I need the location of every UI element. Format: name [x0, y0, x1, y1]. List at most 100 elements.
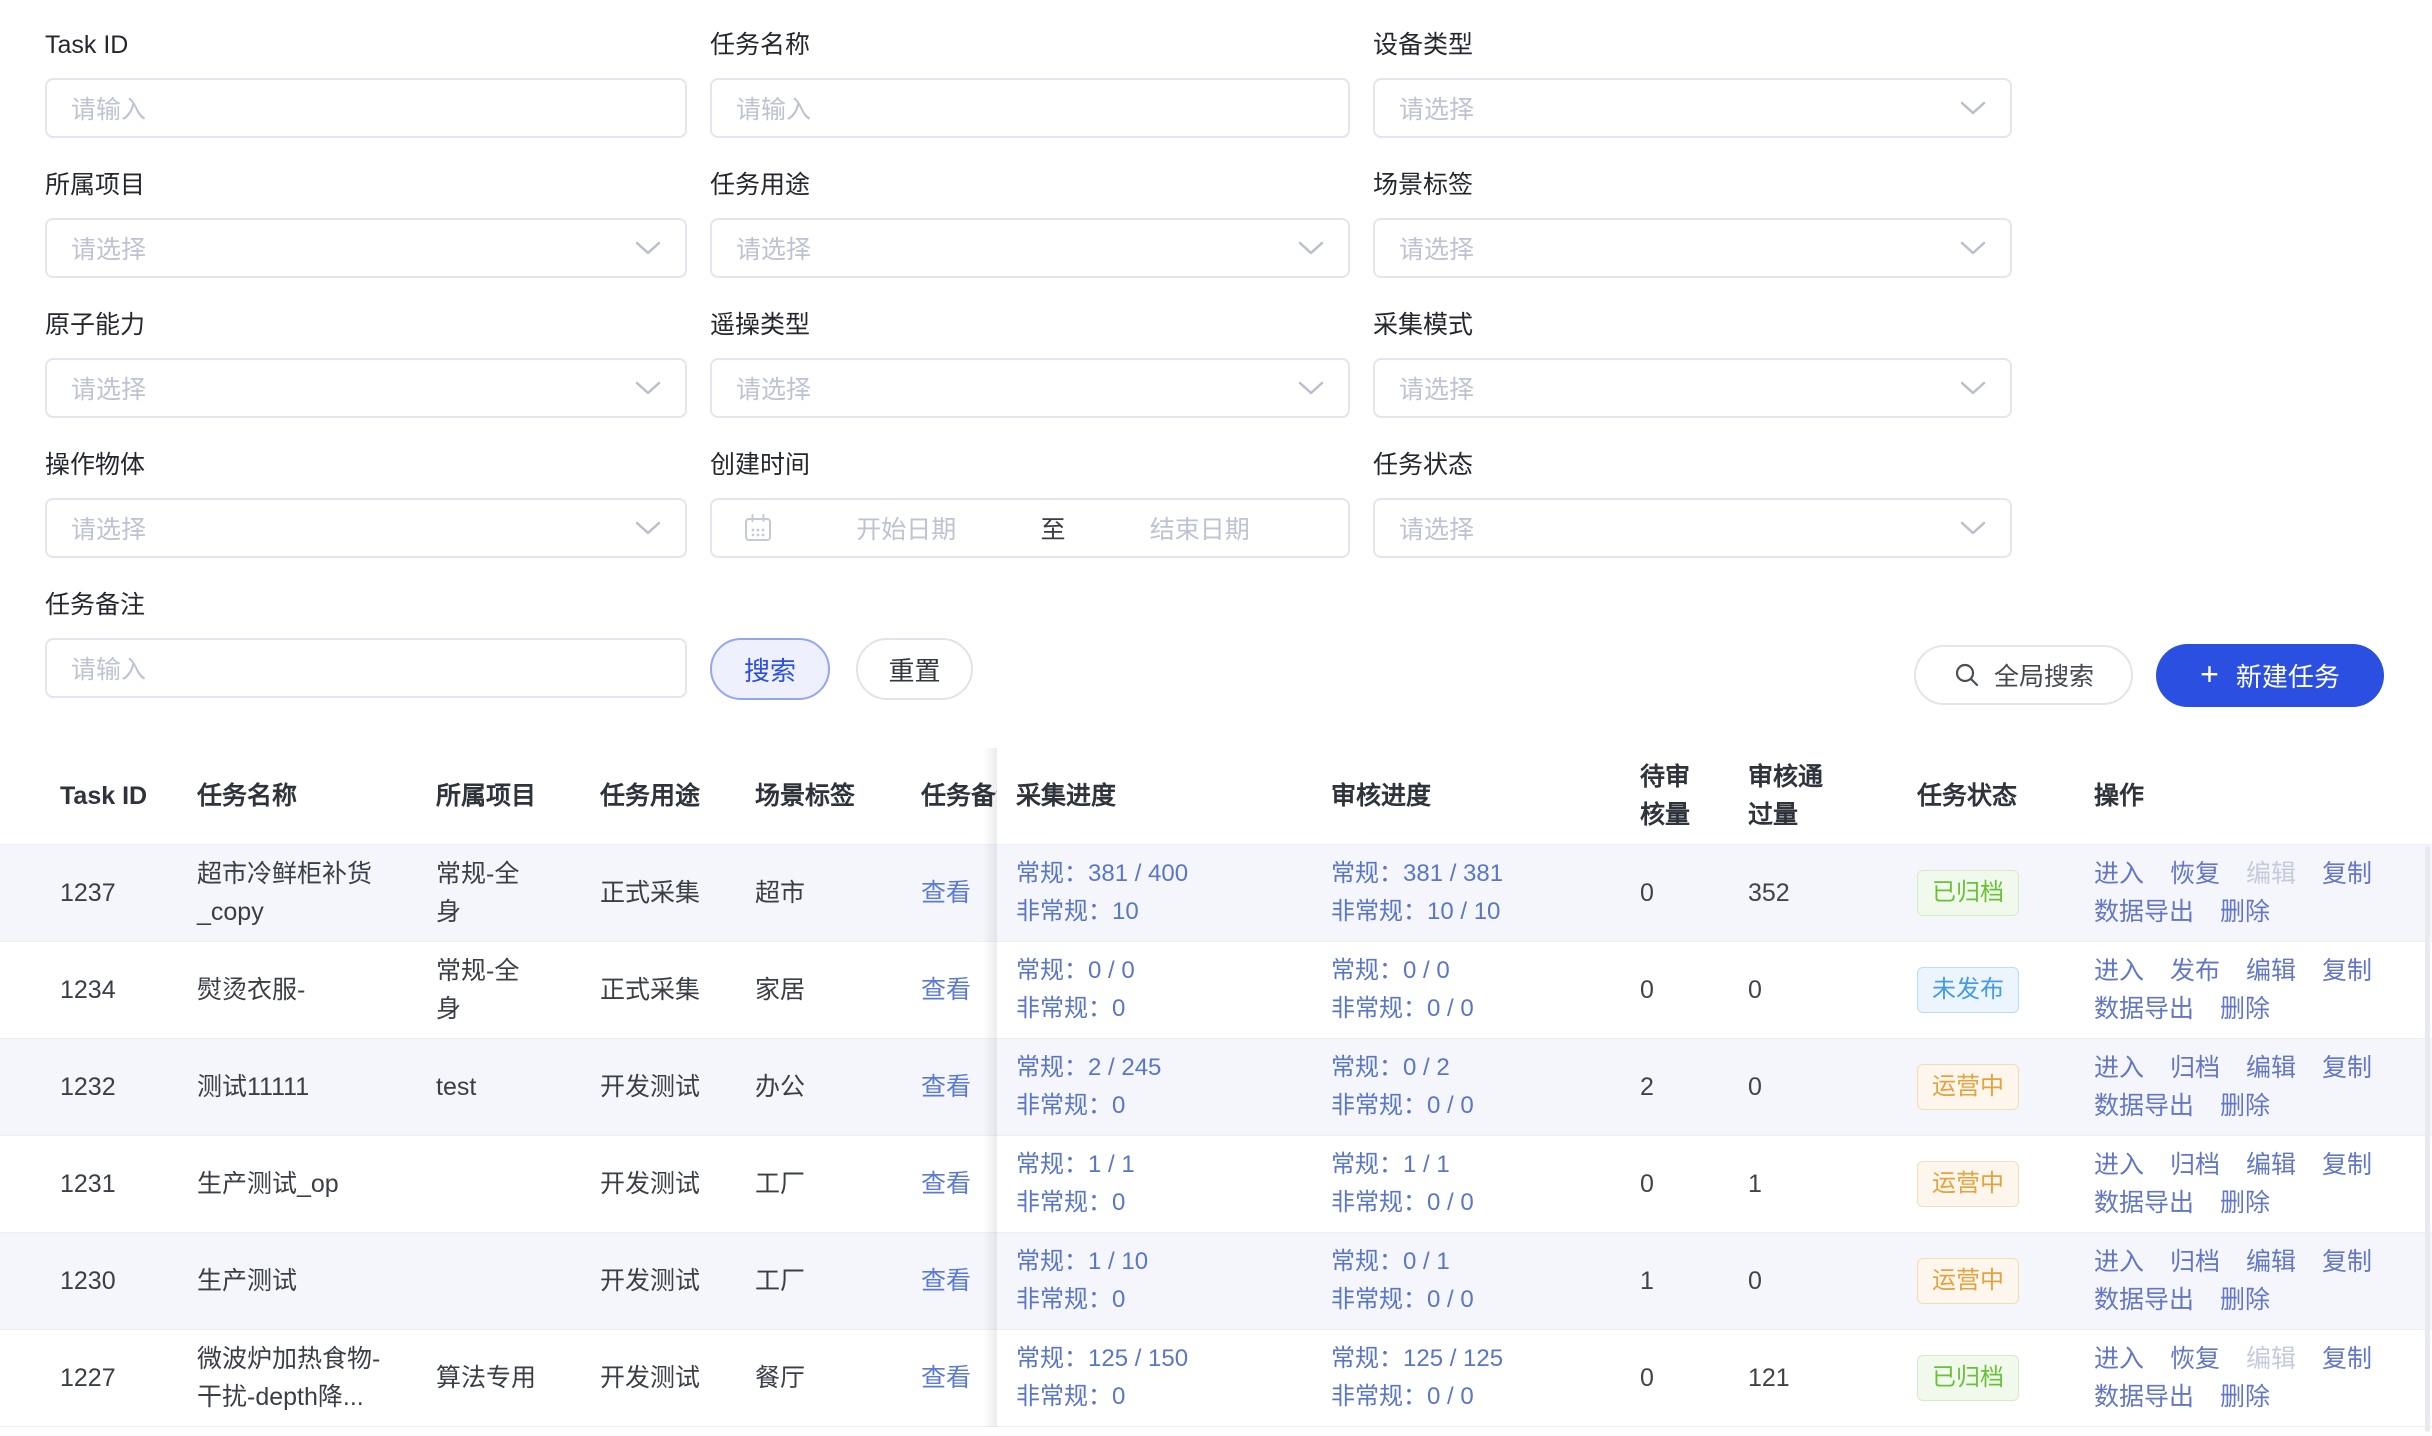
op-delete[interactable]: 删除 [2220, 1281, 2270, 1319]
op-export[interactable]: 数据导出 [2094, 1087, 2194, 1125]
op-export[interactable]: 数据导出 [2094, 1378, 2194, 1416]
cell-collect-progress: 常规：125 / 150非常规：0 [997, 1330, 1330, 1426]
object-select[interactable]: 请选择 [45, 498, 687, 558]
op-edit[interactable]: 编辑 [2246, 855, 2296, 893]
op-delete[interactable]: 删除 [2220, 990, 2270, 1028]
end-date-input[interactable]: 结束日期 [1072, 510, 1329, 546]
chevron-down-icon [635, 380, 661, 396]
cell-task-id: 1231 [0, 1136, 180, 1232]
op-copy[interactable]: 复制 [2322, 855, 2372, 893]
op-restore[interactable]: 恢复 [2170, 855, 2220, 893]
cell-task-name: 测试11111 [180, 1039, 430, 1135]
cell-status: 运营中 [1900, 1136, 2085, 1232]
op-archive[interactable]: 归档 [2170, 1243, 2220, 1281]
new-task-button[interactable]: + 新建任务 [2156, 644, 2384, 707]
task-id-input[interactable]: 请输入 [45, 78, 687, 138]
view-notes-link[interactable]: 查看 [921, 1359, 997, 1397]
view-notes-link[interactable]: 查看 [921, 1165, 997, 1203]
device-type-select[interactable]: 请选择 [1373, 78, 2012, 138]
task-name-input[interactable]: 请输入 [710, 78, 1350, 138]
status-select[interactable]: 请选择 [1373, 498, 2012, 558]
filter-label-notes: 任务备注 [45, 588, 687, 623]
op-export[interactable]: 数据导出 [2094, 990, 2194, 1028]
header-notes: 任务备注 [915, 748, 997, 844]
cell-pending-count: 0 [1620, 1136, 1730, 1232]
cell-scene-tag: 餐厅 [750, 1330, 915, 1426]
op-delete[interactable]: 删除 [2220, 893, 2270, 931]
start-date-input[interactable]: 开始日期 [778, 510, 1035, 546]
filter-label-purpose: 任务用途 [710, 168, 1350, 203]
global-search-button[interactable]: 全局搜索 [1914, 645, 2133, 705]
op-enter[interactable]: 进入 [2094, 855, 2144, 893]
atomic-placeholder: 请选择 [71, 370, 146, 406]
search-button[interactable]: 搜索 [710, 638, 830, 700]
op-copy[interactable]: 复制 [2322, 1340, 2372, 1378]
cell-scene-tag: 工厂 [750, 1233, 915, 1329]
view-notes-link[interactable]: 查看 [921, 874, 997, 912]
view-notes-link[interactable]: 查看 [921, 971, 997, 1009]
project-select[interactable]: 请选择 [45, 218, 687, 278]
cell-collect-progress: 常规：381 / 400非常规：10 [997, 845, 1330, 941]
op-delete[interactable]: 删除 [2220, 1378, 2270, 1416]
op-copy[interactable]: 复制 [2322, 1146, 2372, 1184]
cell-status: 运营中 [1900, 1233, 2085, 1329]
op-copy[interactable]: 复制 [2322, 952, 2372, 990]
cell-purpose: 正式采集 [595, 942, 750, 1038]
op-export[interactable]: 数据导出 [2094, 893, 2194, 931]
op-enter[interactable]: 进入 [2094, 1243, 2144, 1281]
op-edit[interactable]: 编辑 [2246, 952, 2296, 990]
header-status: 任务状态 [1900, 748, 2085, 844]
op-edit[interactable]: 编辑 [2246, 1340, 2296, 1378]
filter-label-device-type: 设备类型 [1373, 28, 2012, 63]
chevron-down-icon [635, 520, 661, 536]
view-notes-link[interactable]: 查看 [921, 1068, 997, 1106]
cell-scene-tag: 超市 [750, 845, 915, 941]
filter-label-object: 操作物体 [45, 448, 687, 483]
new-task-label: 新建任务 [2236, 657, 2340, 694]
op-edit[interactable]: 编辑 [2246, 1146, 2296, 1184]
scene-tag-select[interactable]: 请选择 [1373, 218, 2012, 278]
cell-passed-count: 0 [1730, 1039, 1900, 1135]
cell-purpose: 开发测试 [595, 1136, 750, 1232]
op-publish[interactable]: 发布 [2170, 952, 2220, 990]
status-badge: 运营中 [1917, 1161, 2019, 1207]
filter-label-status: 任务状态 [1373, 448, 2012, 483]
object-placeholder: 请选择 [71, 510, 146, 546]
op-enter[interactable]: 进入 [2094, 1340, 2144, 1378]
filter-task-name: 任务名称 请输入 [710, 28, 1350, 138]
purpose-select[interactable]: 请选择 [710, 218, 1350, 278]
notes-input[interactable]: 请输入 [45, 638, 687, 698]
op-delete[interactable]: 删除 [2220, 1087, 2270, 1125]
chevron-down-icon [1298, 380, 1324, 396]
reset-button[interactable]: 重置 [856, 638, 973, 700]
collect-mode-select[interactable]: 请选择 [1373, 358, 2012, 418]
op-edit[interactable]: 编辑 [2246, 1049, 2296, 1087]
cell-operations: 进入归档编辑复制数据导出删除 [2085, 1233, 2432, 1329]
op-archive[interactable]: 归档 [2170, 1049, 2220, 1087]
header-task-id: Task ID [0, 748, 180, 844]
op-copy[interactable]: 复制 [2322, 1243, 2372, 1281]
op-export[interactable]: 数据导出 [2094, 1184, 2194, 1222]
op-enter[interactable]: 进入 [2094, 952, 2144, 990]
cell-purpose: 正式采集 [595, 845, 750, 941]
filter-purpose: 任务用途 请选择 [710, 168, 1350, 278]
op-edit[interactable]: 编辑 [2246, 1243, 2296, 1281]
atomic-select[interactable]: 请选择 [45, 358, 687, 418]
date-range-picker[interactable]: 开始日期 至 结束日期 [710, 498, 1350, 558]
op-enter[interactable]: 进入 [2094, 1146, 2144, 1184]
vertical-scrollbar[interactable] [2425, 846, 2430, 1432]
teleop-select[interactable]: 请选择 [710, 358, 1350, 418]
cell-task-id: 1234 [0, 942, 180, 1038]
op-enter[interactable]: 进入 [2094, 1049, 2144, 1087]
cell-operations: 进入归档编辑复制数据导出删除 [2085, 1136, 2432, 1232]
cell-notes: 查看 [915, 1233, 997, 1329]
view-notes-link[interactable]: 查看 [921, 1262, 997, 1300]
cell-scene-tag: 家居 [750, 942, 915, 1038]
op-delete[interactable]: 删除 [2220, 1184, 2270, 1222]
op-copy[interactable]: 复制 [2322, 1049, 2372, 1087]
op-archive[interactable]: 归档 [2170, 1146, 2220, 1184]
op-restore[interactable]: 恢复 [2170, 1340, 2220, 1378]
op-export[interactable]: 数据导出 [2094, 1281, 2194, 1319]
cell-collect-progress: 常规：1 / 1非常规：0 [997, 1136, 1330, 1232]
header-scene-tag: 场景标签 [750, 748, 915, 844]
